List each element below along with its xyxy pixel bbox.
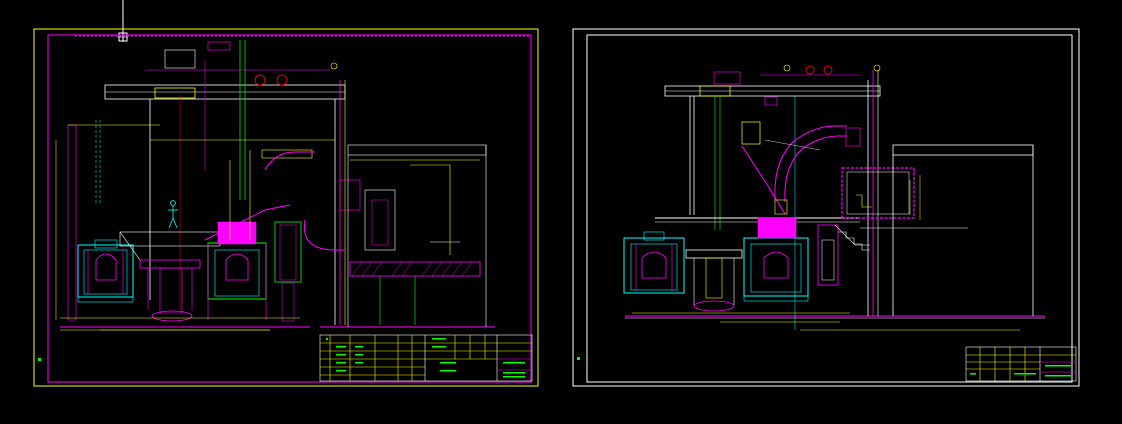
left-sheet [33, 28, 539, 387]
right-furnace-b [743, 217, 809, 302]
worker-figure [168, 200, 178, 229]
right-control-room [841, 144, 1034, 316]
left-title-block [319, 334, 533, 382]
right-ducting [741, 96, 861, 215]
right-sheet-outer-border [572, 28, 1080, 387]
left-platform [119, 231, 221, 322]
left-right-bay [347, 144, 487, 327]
left-furnace-b [207, 221, 267, 320]
cad-drawing-canvas[interactable] [0, 0, 1122, 424]
right-side-equipment [817, 224, 870, 286]
left-furnace-a [77, 239, 134, 303]
right-sheet [572, 28, 1080, 387]
right-platform [685, 249, 743, 312]
left-column [67, 120, 160, 321]
left-crane-beam [104, 40, 346, 325]
right-furnace-a [623, 231, 685, 294]
